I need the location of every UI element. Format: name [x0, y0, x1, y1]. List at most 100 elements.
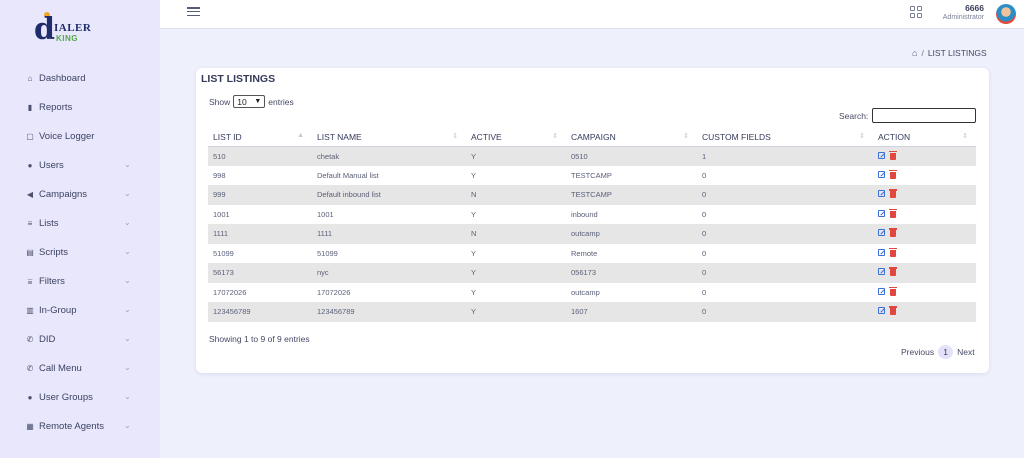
table-row: 999 Default inbound list N TESTCAMP 0 [208, 185, 976, 205]
previous-button[interactable]: Previous [901, 347, 934, 357]
sidebar-item-label: Campaigns [39, 189, 88, 200]
chevron-down-icon: ⌄ [124, 421, 131, 430]
column-header-action[interactable]: ACTION ⇕ [873, 128, 976, 147]
pagination: Previous 1 Next [901, 345, 975, 359]
table-cell: 0 [702, 287, 707, 297]
column-header-label: CAMPAIGN [571, 131, 616, 142]
table-row: 123456789 123456789 Y 1607 0 [208, 302, 976, 322]
table-cell: 1607 [566, 302, 697, 322]
table-cell: Y [471, 287, 477, 297]
sidebar-item-dashboard[interactable]: ⌂ Dashboard [0, 64, 160, 93]
table-cell: 56173 [208, 263, 312, 283]
page-button-1[interactable]: 1 [938, 345, 954, 359]
sidebar-item-label: Call Menu [39, 363, 82, 374]
table-cell: 0 [702, 248, 707, 258]
sidebar-item-remote-agents[interactable]: ▦ Remote Agents ⌄ [0, 412, 160, 441]
delete-icon[interactable] [889, 228, 897, 238]
sidebar-item-call-menu[interactable]: ✆ Call Menu ⌄ [0, 354, 160, 383]
sidebar-item-reports[interactable]: ▮ Reports [0, 93, 160, 122]
list-icon: ≡ [27, 219, 33, 228]
sidebar-item-in-group[interactable]: ▥ In-Group ⌄ [0, 296, 160, 325]
logo-text-main: IALER [54, 22, 92, 34]
table-cell: 123456789 [312, 302, 466, 322]
delete-icon[interactable] [889, 150, 897, 160]
edit-icon[interactable] [878, 229, 885, 237]
table-cell: outcamp [566, 224, 697, 244]
action-cell [873, 146, 976, 166]
table-cell: 17072026 [213, 287, 247, 297]
entries-select[interactable]: 10 ▼ [233, 95, 266, 108]
sidebar-item-label: Voice Logger [39, 131, 95, 142]
apps-grid-icon[interactable] [910, 6, 922, 18]
avatar[interactable] [996, 4, 1016, 24]
search-label: Search: [839, 111, 869, 121]
search-input[interactable] [872, 108, 976, 123]
user-role: Administrator [942, 14, 984, 21]
edit-icon[interactable] [878, 268, 885, 276]
column-header-label: LIST ID [213, 131, 242, 142]
delete-icon[interactable] [889, 247, 897, 257]
sidebar-item-did[interactable]: ✆ DID ⌄ [0, 325, 160, 354]
sidebar-item-label: Dashboard [39, 73, 86, 84]
column-header-custom-fields[interactable]: CUSTOM FIELDS ⇕ [697, 128, 873, 147]
edit-icon[interactable] [878, 287, 885, 295]
sidebar-item-scripts[interactable]: ▤ Scripts ⌄ [0, 238, 160, 267]
edit-icon[interactable] [878, 170, 885, 178]
sidebar-item-campaigns[interactable]: ◀ Campaigns ⌄ [0, 180, 160, 209]
sidebar: d IALER KING ⌂ Dashboard ▮ Reports ▢ Voice Lo… [0, 0, 160, 458]
edit-icon[interactable] [878, 209, 885, 217]
breadcrumb-current: LIST LISTINGS [927, 48, 987, 58]
grid-icon: ▦ [26, 422, 34, 431]
chevron-down-icon: ⌄ [124, 334, 131, 343]
sidebar-item-lists[interactable]: ≡ Lists ⌄ [0, 209, 160, 238]
hamburger-menu-icon[interactable] [187, 7, 200, 18]
delete-icon[interactable] [889, 286, 897, 296]
table-cell: 1 [697, 146, 873, 166]
table-cell: Default Manual list [317, 170, 379, 180]
table-cell: 17072026 [317, 287, 351, 297]
table-cell: TESTCAMP [571, 170, 612, 180]
table-cell: 0 [702, 170, 707, 180]
dialer-king-logo[interactable]: d IALER KING [34, 12, 104, 46]
sidebar-item-filters[interactable]: ⩸ Filters ⌄ [0, 267, 160, 296]
delete-icon[interactable] [889, 306, 897, 316]
home-icon[interactable]: ⌂ [912, 48, 917, 58]
chevron-down-icon: ⌄ [124, 392, 131, 401]
script-icon: ▤ [26, 248, 34, 257]
user-name[interactable]: 6666 [940, 3, 984, 13]
document-icon: ▢ [26, 132, 34, 141]
edit-icon[interactable] [878, 151, 885, 159]
sort-icon: ⇕ [962, 133, 968, 140]
sidebar-item-users[interactable]: ● Users ⌄ [0, 151, 160, 180]
table-cell: chetak [312, 146, 466, 166]
table-cell: 51099 [317, 248, 338, 258]
edit-icon[interactable] [878, 248, 885, 256]
table-cell: inbound [571, 209, 598, 219]
column-header-label: ACTION [878, 131, 911, 142]
table-cell: outcamp [571, 287, 600, 297]
sidebar-item-user-groups[interactable]: ● User Groups ⌄ [0, 383, 160, 412]
delete-icon[interactable] [889, 208, 897, 218]
sidebar-item-label: In-Group [39, 305, 77, 316]
column-header-active[interactable]: ACTIVE ⇕ [466, 128, 566, 147]
delete-icon[interactable] [889, 189, 897, 199]
sidebar-item-voice-logger[interactable]: ▢ Voice Logger [0, 122, 160, 151]
table-body: 510 chetak Y 0510 1 998 Default Manual list Y TE… [208, 146, 976, 322]
delete-icon[interactable] [889, 169, 897, 179]
column-header-list-id[interactable]: LIST ID ▲ [208, 128, 312, 147]
edit-icon[interactable] [878, 307, 885, 315]
action-cell [873, 263, 976, 283]
action-cell [873, 185, 976, 205]
edit-icon[interactable] [878, 190, 885, 198]
phone-forward-icon: ✆ [26, 364, 34, 373]
table-cell: Y [466, 146, 566, 166]
next-button[interactable]: Next [957, 347, 974, 357]
table-cell: 1001 [213, 209, 230, 219]
table-row: 998 Default Manual list Y TESTCAMP 0 [208, 166, 976, 186]
column-header-list-name[interactable]: LIST NAME ⇕ [312, 128, 466, 147]
table-info: Showing 1 to 9 of 9 entries [209, 334, 310, 344]
column-header-campaign[interactable]: CAMPAIGN ⇕ [566, 128, 697, 147]
delete-icon[interactable] [889, 267, 897, 277]
table-cell: 0 [697, 302, 873, 322]
table-row: 56173 nyc Y 056173 0 [208, 263, 976, 283]
